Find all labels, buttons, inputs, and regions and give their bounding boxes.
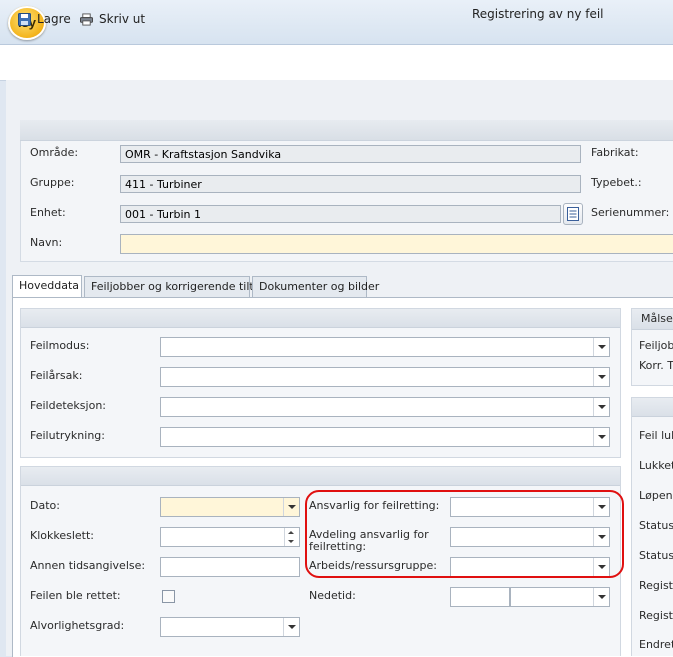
feilarsak-dropdown[interactable] [160, 367, 610, 387]
print-label: Skriv ut [99, 12, 146, 26]
annen-tid-label: Annen tidsangivelse: [30, 559, 146, 572]
window-title: Registrering av ny feil [472, 7, 604, 21]
feiljobb-label: Feiljobb [639, 339, 673, 352]
typebet-label: Typebet.: [591, 176, 642, 189]
document-icon [567, 207, 579, 221]
fabrikat-label: Fabrikat: [591, 146, 639, 159]
feil-lukket-label: Feil luk [639, 429, 673, 442]
tab-hoveddata[interactable]: Hoveddata [12, 275, 82, 297]
chevron-down-icon [283, 618, 299, 636]
enhet-details-button[interactable] [563, 203, 583, 225]
nedetid-input[interactable] [450, 587, 510, 607]
feildeteksjon-dropdown[interactable] [160, 397, 610, 417]
dato-picker[interactable] [160, 497, 300, 517]
alvorlighet-dropdown[interactable] [160, 617, 300, 637]
omrade-label: Område: [30, 146, 79, 159]
registrert-av-label: Registr [639, 609, 673, 622]
omrade-field[interactable]: OMR - Kraftstasjon Sandvika [120, 145, 581, 163]
nedetid-label: Nedetid: [309, 589, 356, 602]
enhet-label: Enhet: [30, 206, 66, 219]
save-button[interactable]: Lagre [18, 10, 71, 28]
gruppe-label: Gruppe: [30, 176, 75, 189]
korr-label: Korr. T [639, 359, 673, 372]
feilutrykning-dropdown[interactable] [160, 427, 610, 447]
highlight-annotation [305, 490, 624, 578]
malset-title: Målset [641, 312, 673, 325]
save-label: Lagre [37, 12, 71, 26]
feilarsak-label: Feilårsak: [30, 369, 83, 382]
chevron-down-icon [593, 338, 609, 356]
registrert-label: Registr [639, 579, 673, 592]
header-panel-strip [20, 120, 673, 141]
group-strip [21, 467, 620, 486]
feilmodus-dropdown[interactable] [160, 337, 610, 357]
feilmodus-label: Feilmodus: [30, 339, 90, 352]
klokkeslett-input[interactable] [160, 527, 300, 547]
rettet-label: Feilen ble rettet: [30, 589, 121, 602]
chevron-down-icon [593, 398, 609, 416]
lopenummer-label: Løpenu [639, 489, 673, 502]
chevron-down-icon [593, 588, 609, 606]
annen-tid-input[interactable] [160, 557, 300, 577]
feildeteksjon-label: Feildeteksjon: [30, 399, 107, 412]
dato-label: Dato: [30, 499, 60, 512]
chevron-down-icon [593, 368, 609, 386]
nedetid-unit-dropdown[interactable] [510, 587, 610, 607]
lukket-label: Lukket [639, 459, 673, 472]
chevron-down-icon [283, 498, 299, 516]
gruppe-field[interactable]: 411 - Turbiner [120, 175, 581, 193]
endret-label: Endret [639, 638, 673, 651]
printer-icon [80, 12, 93, 26]
toolbar [0, 45, 673, 81]
rettet-checkbox[interactable] [162, 590, 175, 603]
spinner-icon[interactable] [284, 528, 299, 546]
alvorlighet-label: Alvorlighetsgrad: [30, 619, 125, 632]
floppy-disk-icon [18, 12, 31, 26]
klokkeslett-label: Klokkeslett: [30, 529, 95, 542]
feilutrykning-label: Feilutrykning: [30, 429, 105, 442]
group-strip [21, 309, 620, 328]
group-strip [632, 398, 673, 417]
tab-feiljobber[interactable]: Feiljobber og korrigerende tiltak [84, 276, 267, 297]
navn-input[interactable] [120, 234, 673, 254]
status-label: Status: [639, 519, 673, 532]
enhet-field[interactable]: 001 - Turbin 1 [120, 205, 561, 223]
tab-dokumenter[interactable]: Dokumenter og bilder [252, 276, 379, 297]
statusdato-label: Statuso [639, 549, 673, 562]
chevron-down-icon [593, 428, 609, 446]
serienummer-label: Serienummer: [591, 206, 670, 219]
navn-label: Navn: [30, 236, 63, 249]
print-button[interactable]: Skriv ut [80, 10, 145, 28]
